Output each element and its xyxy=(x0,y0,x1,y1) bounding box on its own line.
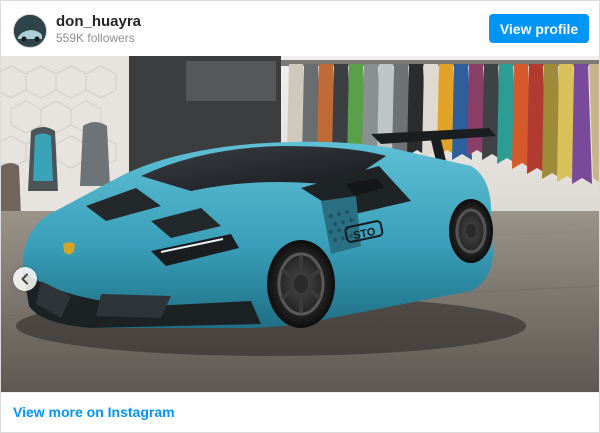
post-image[interactable]: STO xyxy=(1,56,599,432)
username[interactable]: don_huayra xyxy=(56,13,141,30)
post-footer: View more on Instagram xyxy=(1,392,599,432)
rear-wheel xyxy=(449,199,493,263)
view-more-on-instagram-link[interactable]: View more on Instagram xyxy=(13,404,175,420)
avatar-car-icon xyxy=(14,15,46,47)
instagram-embed-card: don_huayra 559K followers View profile S… xyxy=(0,0,600,433)
view-profile-button[interactable]: View profile xyxy=(489,14,589,43)
carousel-prev-button[interactable] xyxy=(13,267,37,291)
chevron-left-icon xyxy=(21,273,28,285)
car-photo: STO xyxy=(1,56,599,392)
post-header: don_huayra 559K followers View profile xyxy=(1,1,599,56)
front-wheel xyxy=(267,240,335,328)
avatar[interactable] xyxy=(13,14,47,48)
follower-count: 559K followers xyxy=(56,31,135,45)
